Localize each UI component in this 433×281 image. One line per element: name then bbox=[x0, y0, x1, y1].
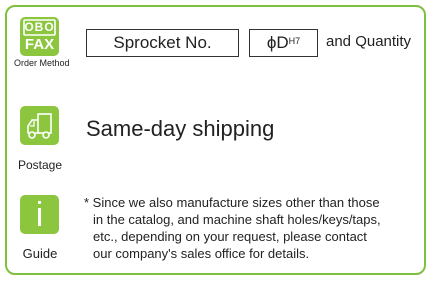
sprocket-no-box: Sprocket No. bbox=[86, 29, 239, 57]
guide-note-line-1: * Since we also manufacture sizes other … bbox=[84, 195, 380, 210]
guide-caption: Guide bbox=[22, 246, 58, 261]
and-quantity-text: and Quantity bbox=[326, 33, 412, 50]
same-day-shipping-text: Same-day shipping bbox=[86, 116, 275, 141]
guide-note-line-3: etc., depending on your request, please … bbox=[93, 229, 367, 244]
guide-info-icon: i bbox=[20, 195, 59, 234]
guide-info-icon-glyph: i bbox=[35, 196, 44, 234]
guide-note: * Since we also manufacture sizes other … bbox=[84, 194, 424, 262]
guide-note-line-2: in the catalog, and machine shaft holes/… bbox=[93, 212, 381, 227]
tolerance-superscript: H7 bbox=[288, 36, 301, 46]
order-method-caption: Order Method bbox=[14, 58, 70, 68]
postage-caption: Postage bbox=[17, 158, 63, 172]
bore-diameter-label: ϕD bbox=[266, 33, 289, 52]
fax-badge-bottom-text: FAX bbox=[24, 36, 55, 53]
guide-note-line-4: our company's sales office for details. bbox=[93, 246, 310, 261]
postage-truck-icon bbox=[20, 106, 59, 145]
fax-badge-icon: OBO FAX bbox=[20, 17, 59, 56]
bore-diameter-box: ϕDH7 bbox=[249, 29, 318, 57]
fax-badge-top-text: OBO bbox=[24, 20, 55, 34]
